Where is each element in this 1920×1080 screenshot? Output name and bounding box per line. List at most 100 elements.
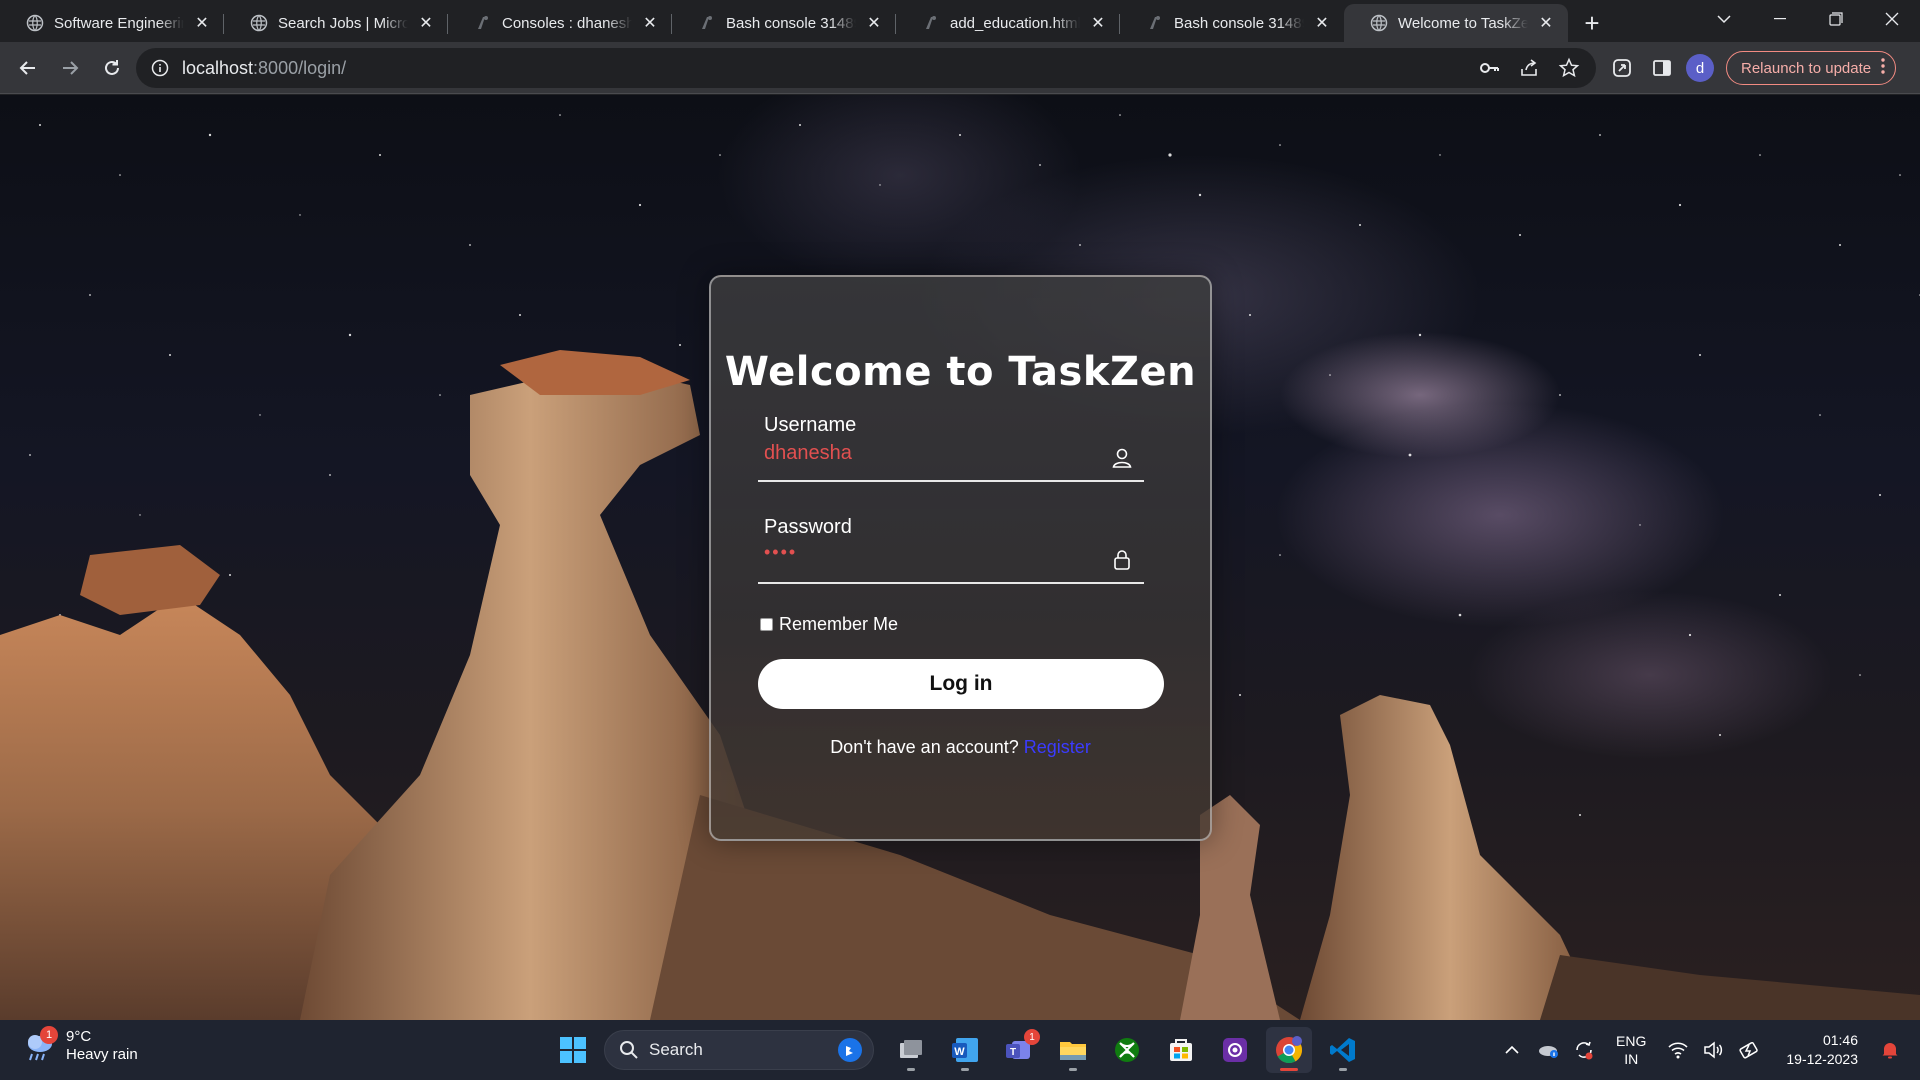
weather-widget[interactable]: 1 9°C Heavy rain	[22, 1026, 138, 1064]
url-text[interactable]: localhost:8000/login/	[182, 58, 346, 79]
register-prompt: Don't have an account? Register	[711, 737, 1210, 758]
xbox-app[interactable]	[1104, 1027, 1150, 1073]
vscode-icon	[1330, 1038, 1355, 1062]
page-viewport: Welcome to TaskZen Username dhanesha Pas…	[0, 95, 1920, 1020]
forward-arrow-icon	[63, 60, 79, 75]
url-path: :8000/login/	[253, 57, 347, 78]
clock[interactable]: 01:46 19-12-2023	[1786, 1031, 1858, 1069]
user-icon	[1110, 446, 1134, 470]
running-indicator	[961, 1068, 969, 1071]
profile-avatar[interactable]: d	[1686, 54, 1714, 82]
file-explorer-app[interactable]	[1050, 1027, 1096, 1073]
reload-button[interactable]	[92, 48, 132, 88]
username-value: dhanesha	[764, 442, 852, 464]
username-field[interactable]: dhanesha	[758, 432, 1144, 482]
forward-button[interactable]	[50, 48, 90, 88]
url-host: localhost	[182, 57, 254, 78]
close-tab-icon[interactable]: ✕	[864, 13, 884, 33]
tab-title: add_education.html : dh	[950, 14, 1080, 32]
tab-welcome-to-taskzen[interactable]: Welcome to TaskZen ✕	[1344, 4, 1568, 42]
onedrive-icon[interactable]	[1532, 1034, 1564, 1066]
close-tab-icon[interactable]: ✕	[192, 13, 212, 33]
volume-icon[interactable]	[1698, 1034, 1730, 1066]
tab-bash-console-1[interactable]: Bash console 31489502 ✕	[672, 4, 896, 42]
toolbar-right: d Relaunch to update	[1606, 48, 1897, 88]
tab-add-education[interactable]: add_education.html : dh ✕	[896, 4, 1120, 42]
weather-temperature: 9°C	[66, 1028, 92, 1045]
back-button[interactable]	[8, 48, 48, 88]
weather-rain-icon: 1	[22, 1026, 58, 1064]
clock-time: 01:46	[1822, 1032, 1858, 1048]
more-menu-icon[interactable]	[1881, 58, 1885, 78]
running-indicator	[1339, 1068, 1347, 1071]
bookmark-star-icon[interactable]	[1556, 55, 1582, 81]
python-anywhere-icon	[698, 14, 716, 32]
task-view-button[interactable]	[888, 1027, 934, 1073]
remember-me-checkbox[interactable]	[760, 618, 773, 631]
svg-text:W: W	[954, 1046, 965, 1058]
clock-date: 19-12-2023	[1786, 1051, 1858, 1067]
close-window-button[interactable]	[1864, 0, 1920, 38]
restore-button[interactable]	[1808, 0, 1864, 38]
camera-app[interactable]	[1212, 1027, 1258, 1073]
start-button[interactable]	[550, 1027, 596, 1073]
remember-me[interactable]: Remember Me	[760, 614, 898, 635]
taskbar-search-label: Search	[649, 1040, 703, 1059]
windows-taskbar: 1 9°C Heavy rain Search W T 1 ENG IN 01:…	[0, 1020, 1920, 1080]
back-arrow-icon	[19, 60, 35, 75]
store-icon	[1170, 1039, 1192, 1061]
login-button[interactable]: Log in	[758, 659, 1164, 709]
vscode-app[interactable]	[1320, 1027, 1366, 1073]
new-tab-button[interactable]: +	[1572, 4, 1612, 42]
close-tab-icon[interactable]: ✕	[640, 13, 660, 33]
page-title: Welcome to TaskZen	[724, 349, 1197, 395]
login-card: Welcome to TaskZen Username dhanesha Pas…	[709, 275, 1212, 841]
language-indicator[interactable]: ENG IN	[1616, 1032, 1646, 1068]
reload-icon	[105, 59, 119, 75]
side-panel-icon[interactable]	[1646, 52, 1678, 84]
extensions-icon[interactable]	[1606, 52, 1638, 84]
tab-search-jobs[interactable]: Search Jobs | Microsoft ✕	[224, 4, 448, 42]
close-tab-icon[interactable]: ✕	[1536, 13, 1556, 33]
weather-condition: Heavy rain	[66, 1046, 138, 1063]
tab-search-chevron-icon[interactable]	[1696, 0, 1752, 38]
minimize-button[interactable]	[1752, 0, 1808, 38]
chrome-app[interactable]	[1266, 1027, 1312, 1073]
taskbar-apps: Search W T 1	[550, 1026, 1366, 1074]
wifi-icon[interactable]	[1662, 1034, 1694, 1066]
notification-bell-icon[interactable]	[1874, 1034, 1906, 1066]
tab-title: Consoles : dhaneshahub	[502, 14, 632, 32]
close-tab-icon[interactable]: ✕	[1312, 13, 1332, 33]
key-icon[interactable]	[1476, 55, 1502, 81]
show-hidden-icons-chevron-icon[interactable]	[1496, 1034, 1528, 1066]
close-tab-icon[interactable]: ✕	[1088, 13, 1108, 33]
xbox-icon	[1115, 1038, 1139, 1062]
teams-app[interactable]: T 1	[996, 1027, 1042, 1073]
teams-badge: 1	[1024, 1029, 1040, 1045]
address-bar[interactable]: localhost:8000/login/	[136, 48, 1596, 88]
sync-icon[interactable]	[1568, 1034, 1600, 1066]
password-value: ••••	[764, 542, 798, 562]
windows-logo-icon	[560, 1037, 586, 1063]
register-link[interactable]: Register	[1024, 737, 1091, 757]
word-app[interactable]: W	[942, 1027, 988, 1073]
battery-charging-icon[interactable]	[1734, 1034, 1766, 1066]
task-view-icon	[900, 1040, 922, 1058]
tab-software-engineering[interactable]: Software Engineering ✕	[0, 4, 224, 42]
globe-icon	[1370, 14, 1388, 32]
tab-consoles[interactable]: Consoles : dhaneshahub ✕	[448, 4, 672, 42]
password-field[interactable]: ••••	[758, 534, 1144, 584]
word-icon: W	[952, 1038, 978, 1062]
relaunch-to-update-button[interactable]: Relaunch to update	[1726, 51, 1897, 85]
share-icon[interactable]	[1516, 55, 1542, 81]
window-controls	[1696, 0, 1920, 38]
tab-bash-console-2[interactable]: Bash console 31489502 ✕	[1120, 4, 1344, 42]
microsoft-store-app[interactable]	[1158, 1027, 1204, 1073]
register-prompt-text: Don't have an account?	[830, 737, 1019, 757]
tab-title: Software Engineering	[54, 14, 184, 32]
site-info-icon[interactable]	[150, 58, 170, 78]
close-tab-icon[interactable]: ✕	[416, 13, 436, 33]
taskbar-search[interactable]: Search	[604, 1030, 874, 1070]
browser-toolbar: localhost:8000/login/ d Relaunch to upda…	[0, 42, 1920, 94]
omnibox-actions	[1476, 48, 1582, 88]
